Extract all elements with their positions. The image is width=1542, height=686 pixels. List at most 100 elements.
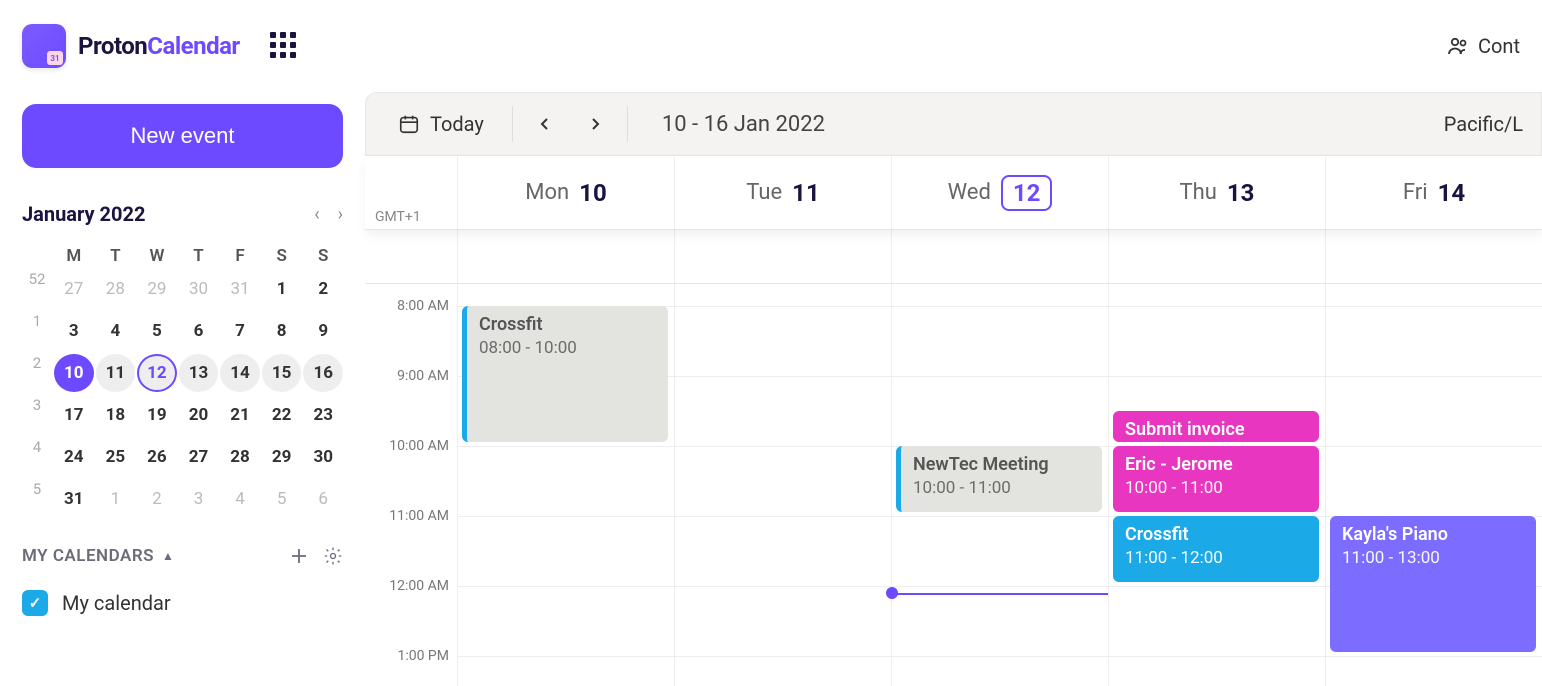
mini-prev-icon[interactable]: ‹ [314, 204, 319, 225]
mini-day[interactable]: 5 [262, 480, 302, 518]
mini-day[interactable]: 28 [96, 270, 136, 308]
event-title: NewTec Meeting [913, 452, 1090, 477]
mini-day[interactable]: 6 [179, 312, 219, 350]
day-column[interactable]: NewTec Meeting 10:00 - 11:00 [891, 284, 1108, 686]
mini-day[interactable]: 2 [303, 270, 343, 308]
allday-cell[interactable] [457, 230, 674, 283]
my-calendars-label[interactable]: MY CALENDARS [22, 546, 154, 566]
calendar-event[interactable]: Crossfit 08:00 - 10:00 [462, 306, 668, 442]
timezone-display[interactable]: Pacific/L [1444, 112, 1523, 136]
mini-day[interactable]: 2 [137, 480, 177, 518]
collapse-icon[interactable]: ▲ [162, 549, 174, 563]
sidebar: New event January 2022 ‹ › MTWTFSS522728… [0, 92, 365, 686]
calendar-event[interactable]: Crossfit 11:00 - 12:00 [1113, 516, 1319, 582]
main-area: Today 10 - 16 Jan 2022 Pacific/L GMT+1 M… [365, 92, 1542, 686]
today-button[interactable]: Today [384, 103, 498, 145]
mini-day[interactable]: 23 [303, 396, 343, 434]
mini-day[interactable]: 11 [96, 354, 136, 392]
mini-day[interactable]: 20 [179, 396, 219, 434]
mini-day[interactable]: 9 [303, 312, 343, 350]
time-gutter: 8:00 AM9:00 AM10:00 AM11:00 AM12:00 AM1:… [365, 284, 457, 686]
chevron-left-icon [537, 116, 553, 132]
mini-day[interactable]: 27 [179, 438, 219, 476]
mini-day[interactable]: 14 [220, 354, 260, 392]
day-column-header[interactable]: Mon 10 [457, 156, 674, 229]
calendar-event[interactable]: NewTec Meeting 10:00 - 11:00 [896, 446, 1102, 512]
day-column[interactable] [674, 284, 891, 686]
day-column[interactable]: Kayla's Piano 11:00 - 13:00 [1325, 284, 1542, 686]
mini-day[interactable]: 5 [137, 312, 177, 350]
event-title: Crossfit [479, 312, 656, 337]
mini-day[interactable]: 29 [262, 438, 302, 476]
mini-day[interactable]: 24 [54, 438, 94, 476]
mini-day[interactable]: 3 [54, 312, 94, 350]
now-indicator [892, 593, 1108, 595]
mini-day[interactable]: 26 [137, 438, 177, 476]
mini-day[interactable]: 30 [179, 270, 219, 308]
calendar-icon [398, 113, 420, 135]
mini-day[interactable]: 16 [303, 354, 343, 392]
day-column-header[interactable]: Wed 12 [891, 156, 1108, 229]
mini-day[interactable]: 1 [262, 270, 302, 308]
mini-week-num: 52 [22, 270, 52, 308]
mini-day[interactable]: 29 [137, 270, 177, 308]
mini-dow: T [179, 246, 219, 266]
calendar-event[interactable]: Kayla's Piano 11:00 - 13:00 [1330, 516, 1536, 652]
mini-day[interactable]: 27 [54, 270, 94, 308]
mini-week-num: 3 [22, 396, 52, 434]
new-event-button[interactable]: New event [22, 104, 343, 168]
mini-day[interactable]: 3 [179, 480, 219, 518]
mini-day[interactable]: 12 [137, 354, 177, 392]
plus-icon[interactable] [289, 546, 309, 566]
calendar-list-item[interactable]: ✓ My calendar [22, 590, 343, 616]
allday-cell[interactable] [674, 230, 891, 283]
logo[interactable]: 31 ProtonCalendar [22, 24, 240, 68]
gear-icon[interactable] [323, 546, 343, 566]
prev-week-button[interactable] [527, 103, 563, 145]
mini-day[interactable]: 28 [220, 438, 260, 476]
time-grid[interactable]: Crossfit 08:00 - 10:00 NewTec Meeting 10… [457, 284, 1542, 686]
mini-day[interactable]: 13 [179, 354, 219, 392]
mini-day[interactable]: 7 [220, 312, 260, 350]
mini-day[interactable]: 18 [96, 396, 136, 434]
mini-day[interactable]: 6 [303, 480, 343, 518]
calendar-event[interactable]: Eric - Jerome 10:00 - 11:00 [1113, 446, 1319, 512]
mini-day[interactable]: 21 [220, 396, 260, 434]
mini-day[interactable]: 25 [96, 438, 136, 476]
mini-day[interactable]: 15 [262, 354, 302, 392]
allday-cell[interactable] [891, 230, 1108, 283]
apps-grid-icon[interactable] [270, 32, 298, 60]
day-column-header[interactable]: Tue 11 [674, 156, 891, 229]
mini-day[interactable]: 1 [96, 480, 136, 518]
mini-day[interactable]: 10 [54, 354, 94, 392]
mini-day[interactable]: 19 [137, 396, 177, 434]
mini-dow: W [137, 246, 177, 266]
mini-next-icon[interactable]: › [338, 204, 343, 225]
day-column[interactable]: Submit invoice Eric - Jerome 10:00 - 11:… [1108, 284, 1325, 686]
contacts-button[interactable]: Cont [1446, 34, 1520, 58]
mini-dow: M [54, 246, 94, 266]
day-column-header[interactable]: Fri 14 [1325, 156, 1542, 229]
calendar-event[interactable]: Submit invoice [1113, 411, 1319, 442]
mini-day[interactable]: 8 [262, 312, 302, 350]
mini-day[interactable]: 31 [54, 480, 94, 518]
mini-day[interactable]: 31 [220, 270, 260, 308]
mini-day[interactable]: 4 [220, 480, 260, 518]
allday-cell[interactable] [1108, 230, 1325, 283]
allday-cell[interactable] [1325, 230, 1542, 283]
next-week-button[interactable] [577, 103, 613, 145]
calendar-checkbox[interactable]: ✓ [22, 590, 48, 616]
day-column-header[interactable]: Thu 13 [1108, 156, 1325, 229]
mini-day[interactable]: 22 [262, 396, 302, 434]
now-indicator-dot [886, 587, 898, 599]
event-time: 10:00 - 11:00 [913, 477, 1090, 501]
mini-week-num: 5 [22, 480, 52, 518]
main-toolbar: Today 10 - 16 Jan 2022 Pacific/L [365, 92, 1542, 156]
mini-day[interactable]: 4 [96, 312, 136, 350]
mini-day[interactable]: 17 [54, 396, 94, 434]
mini-day[interactable]: 30 [303, 438, 343, 476]
time-label: 10:00 AM [389, 438, 449, 454]
event-time: 08:00 - 10:00 [479, 337, 656, 361]
day-column[interactable]: Crossfit 08:00 - 10:00 [457, 284, 674, 686]
event-title: Crossfit [1125, 522, 1307, 547]
